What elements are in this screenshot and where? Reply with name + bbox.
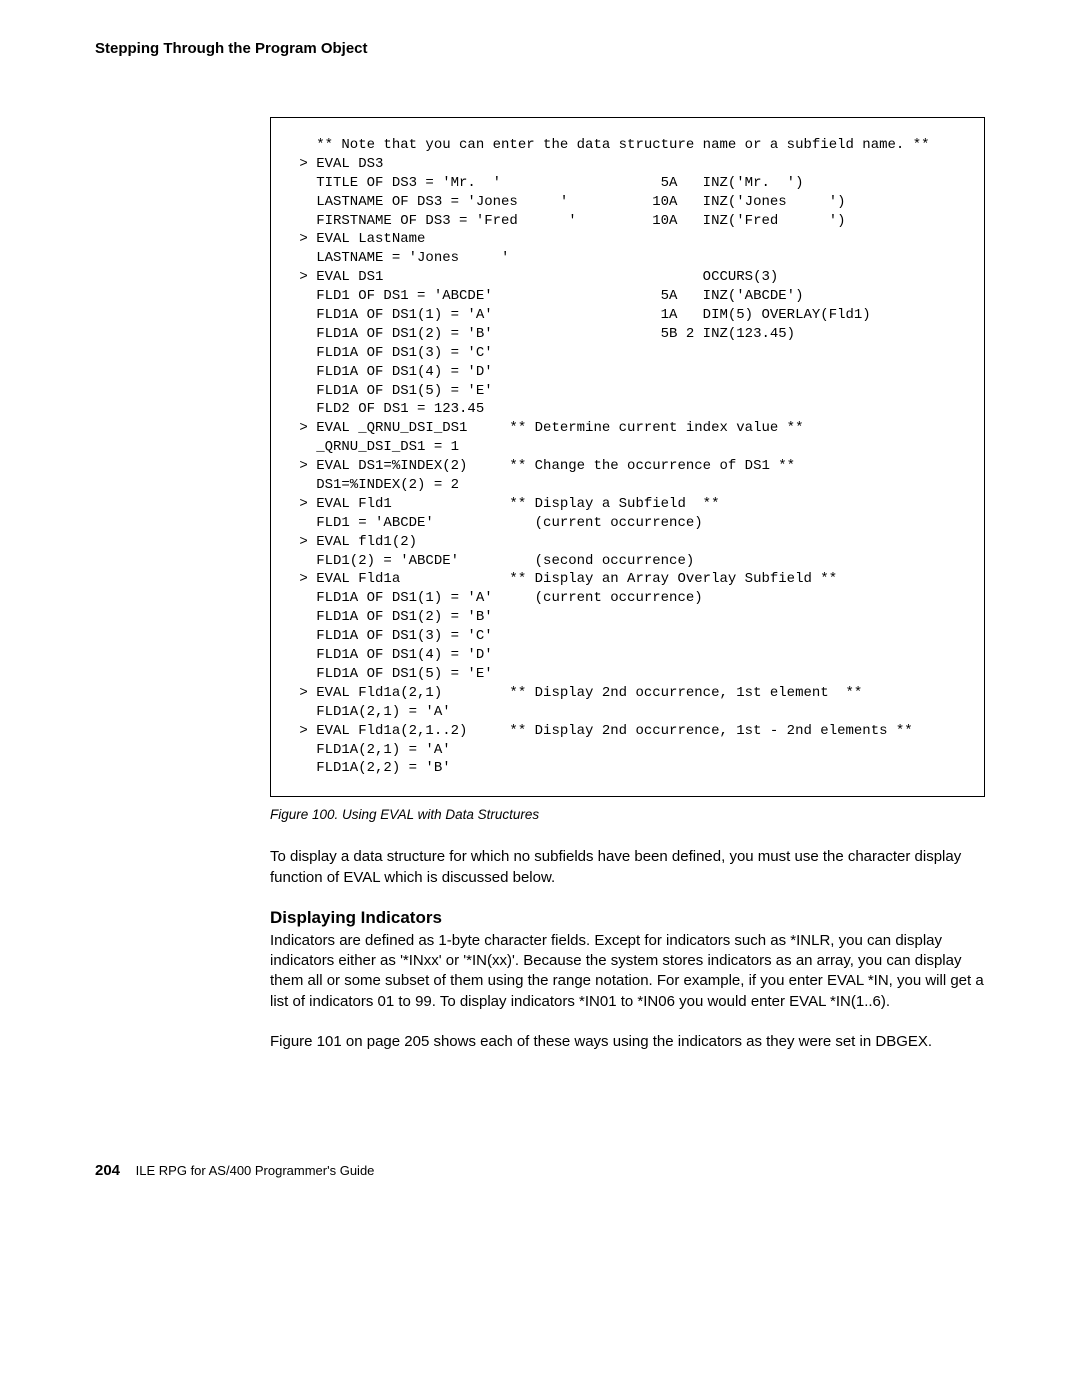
page-number: 204 (95, 1162, 120, 1179)
body-paragraph-2: Indicators are defined as 1-byte charact… (270, 931, 985, 1012)
figure-container: ** Note that you can enter the data stru… (270, 117, 985, 1052)
section-heading-indicators: Displaying Indicators (270, 908, 985, 928)
figure-caption: Figure 100. Using EVAL with Data Structu… (270, 807, 985, 822)
page-footer: 204 ILE RPG for AS/400 Programmer's Guid… (95, 1162, 985, 1179)
footer-text: ILE RPG for AS/400 Programmer's Guide (136, 1163, 375, 1178)
body-paragraph-1: To display a data structure for which no… (270, 847, 985, 888)
page-header-title: Stepping Through the Program Object (95, 40, 985, 57)
figure-code-block: ** Note that you can enter the data stru… (270, 117, 985, 797)
body-paragraph-3: Figure 101 on page 205 shows each of the… (270, 1032, 985, 1052)
